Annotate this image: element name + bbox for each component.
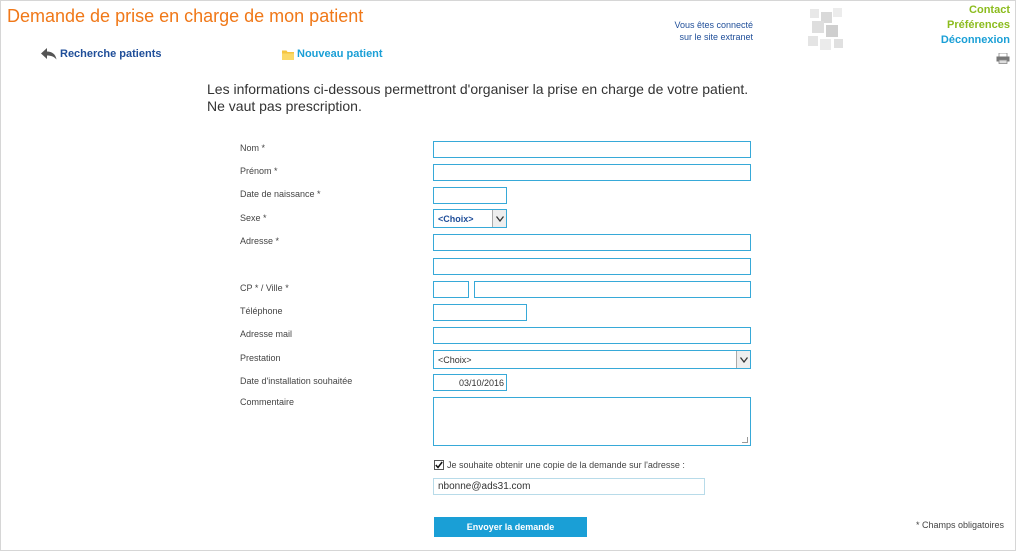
search-patients-link[interactable]: Recherche patients	[41, 48, 161, 60]
printer-icon[interactable]	[996, 53, 1010, 64]
label-email: Adresse mail	[240, 329, 293, 339]
prestation-select-value: <Choix>	[438, 354, 472, 365]
page-title: Demande de prise en charge de mon patien…	[7, 6, 364, 26]
copy-checkbox[interactable]	[434, 460, 444, 470]
connection-status-line2: sur le site extranet	[679, 32, 753, 42]
nom-input[interactable]	[433, 141, 751, 158]
resize-grip-icon[interactable]	[742, 437, 748, 443]
sexe-select[interactable]: <Choix>	[433, 209, 507, 228]
folder-icon	[282, 50, 294, 60]
email-input[interactable]	[433, 327, 751, 344]
new-patient-label: Nouveau patient	[297, 48, 383, 60]
required-fields-note: * Champs obligatoires	[915, 520, 1004, 530]
label-nom: Nom *	[240, 143, 266, 153]
prenom-input[interactable]	[433, 164, 751, 181]
search-patients-label: Recherche patients	[60, 48, 162, 60]
adresse-input-line1[interactable]	[433, 234, 751, 251]
new-patient-link[interactable]: Nouveau patient	[282, 48, 383, 60]
sexe-select-value: <Choix>	[438, 213, 474, 224]
checkmark-icon	[435, 461, 443, 469]
submit-button[interactable]: Envoyer la demande	[434, 517, 587, 537]
label-telephone: Téléphone	[240, 306, 283, 316]
intro-text: Les informations ci-dessous permettront …	[207, 81, 748, 115]
ville-input[interactable]	[474, 281, 751, 298]
label-date-naissance: Date de naissance *	[240, 189, 321, 199]
connection-status: Vous êtes connecté sur le site extranet	[674, 19, 753, 43]
intro-line1: Les informations ci-dessous permettront …	[207, 81, 749, 97]
label-date-installation: Date d'installation souhaitée	[240, 376, 353, 386]
back-arrow-icon	[41, 48, 57, 60]
connection-status-line1: Vous êtes connecté	[674, 20, 753, 30]
site-logo	[808, 8, 843, 50]
adresse-input-line2[interactable]	[433, 258, 751, 275]
label-prenom: Prénom *	[240, 166, 278, 176]
date-naissance-input[interactable]	[433, 187, 507, 204]
contact-link[interactable]: Contact	[941, 3, 1010, 18]
copy-email-input[interactable]	[433, 478, 705, 495]
label-prestation: Prestation	[240, 353, 281, 363]
label-commentaire: Commentaire	[240, 397, 295, 407]
intro-line2: Ne vaut pas prescription.	[207, 98, 362, 114]
telephone-input[interactable]	[433, 304, 527, 321]
copy-checkbox-label: Je souhaite obtenir une copie de la dema…	[447, 460, 685, 470]
chevron-down-icon	[492, 210, 506, 227]
top-links: Contact Préférences Déconnexion	[941, 3, 1010, 48]
preferences-link[interactable]: Préférences	[941, 18, 1010, 33]
logout-link[interactable]: Déconnexion	[941, 33, 1010, 48]
prestation-select[interactable]: <Choix>	[433, 350, 751, 369]
label-adresse: Adresse *	[240, 236, 280, 246]
chevron-down-icon	[736, 351, 750, 368]
label-sexe: Sexe *	[240, 213, 267, 223]
label-cp-ville: CP * / Ville *	[240, 283, 289, 293]
date-installation-input[interactable]	[433, 374, 507, 391]
cp-input[interactable]	[433, 281, 469, 298]
commentaire-textarea[interactable]	[433, 397, 751, 446]
